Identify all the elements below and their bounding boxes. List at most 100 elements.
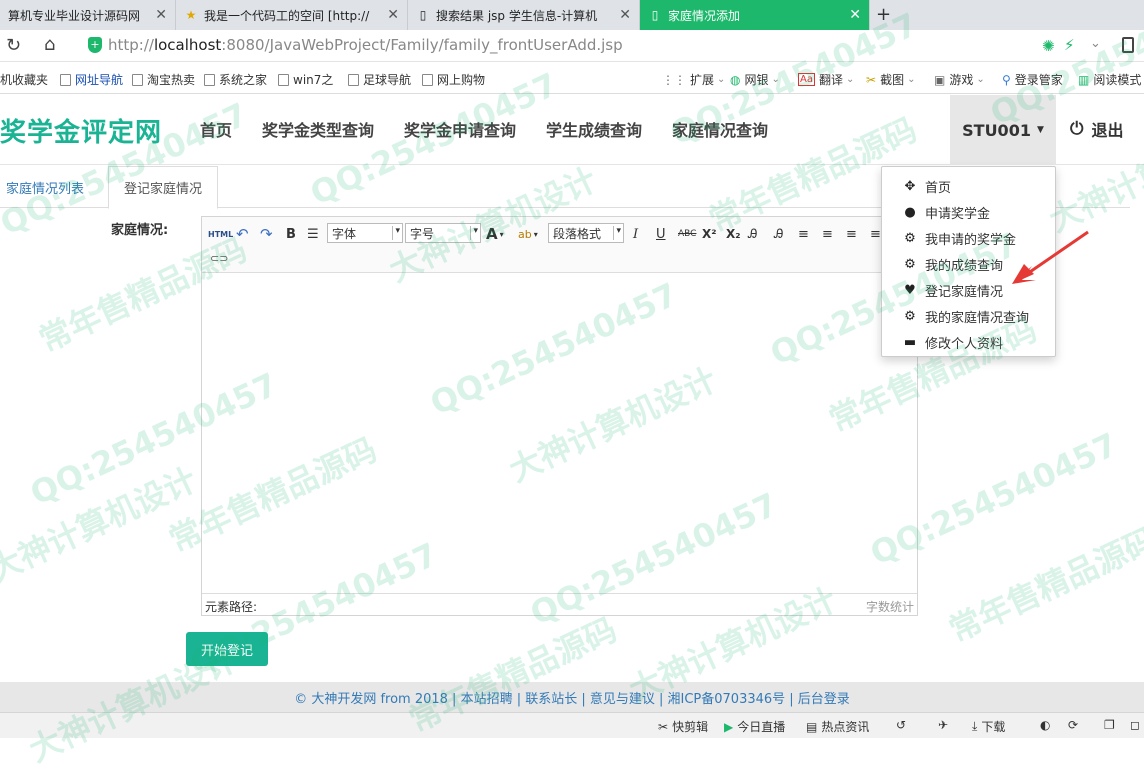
clear-format-icon[interactable]: Ꭿ	[748, 225, 757, 243]
editor-content-area[interactable]	[202, 274, 917, 594]
tool-login-manager[interactable]: ⚲ 登录管家	[1002, 71, 1063, 88]
strikethrough-button[interactable]: ABC	[678, 225, 696, 243]
url-host: localhost	[153, 36, 222, 54]
indent-icon[interactable]: ☰	[307, 225, 319, 243]
bookmark-item[interactable]: 淘宝热卖	[132, 71, 195, 88]
bookmark-item[interactable]: 系统之家	[204, 71, 267, 88]
browser-tab-1[interactable]: 算机专业毕业设计源码网 ✕	[0, 0, 176, 30]
font-family-value: 字体	[332, 226, 357, 241]
window-icon[interactable]: ❐	[1104, 718, 1115, 732]
browser-tab-2[interactable]: ★ 我是一个代码工的空间 [http:// ✕	[176, 0, 408, 30]
status-download[interactable]: ⤓ 下载	[972, 718, 1005, 735]
close-icon[interactable]: ✕	[387, 7, 399, 23]
bookmark-label: 足球导航	[363, 73, 412, 87]
tool-screenshot[interactable]: ✂ 截图 ⌄	[866, 71, 915, 88]
align-center-icon[interactable]: ≡	[822, 225, 833, 243]
heart-icon: ♥	[904, 282, 916, 298]
paragraph-format-select[interactable]: 段落格式 ▾	[548, 223, 624, 243]
bookmark-item[interactable]: 足球导航	[348, 71, 411, 88]
page-icon	[422, 73, 433, 86]
dropdown-item-label: 修改个人资料	[925, 336, 1004, 352]
page-icon	[348, 73, 359, 86]
tool-games[interactable]: ▣ 游戏 ⌄	[934, 71, 985, 88]
status-hot-news[interactable]: ▤ 热点资讯	[806, 718, 869, 735]
subscript-button[interactable]: X₂	[726, 225, 741, 243]
underline-button[interactable]: U	[656, 225, 666, 243]
globe-icon: ◍	[730, 72, 741, 87]
editor-toolbar: HTML ↶ ↷ B ☰ 字体 ▾ 字号 ▾ A ▾ ab ▾ 段落格式 ▾ I U AB…	[202, 217, 917, 273]
browser-status-bar: ✂ 快剪辑 ▶ 今日直播 ▤ 热点资讯 ↺ ✈ ⤓ 下载 ◐ ⟳ ❐ ◻	[0, 712, 1144, 738]
tool-reader-mode[interactable]: ▥ 阅读模式	[1078, 71, 1141, 88]
nav-scholarship-types[interactable]: 奖学金类型查询	[262, 117, 374, 141]
bookmark-item[interactable]: win7之	[278, 71, 333, 88]
dropdown-item-my-family[interactable]: ⚙ 我的家庭情况查询	[882, 303, 1055, 329]
translate-icon: Aa	[798, 73, 815, 86]
html-source-button[interactable]: HTML	[208, 225, 233, 243]
tab-register-family[interactable]: 登记家庭情况	[108, 166, 219, 209]
new-tab-button[interactable]: +	[876, 4, 891, 25]
pin-icon[interactable]: ✈	[938, 718, 948, 732]
status-live[interactable]: ▶ 今日直播	[724, 718, 785, 735]
browser-tab-4-active[interactable]: ▯ 家庭情况添加 ✕	[640, 0, 870, 30]
align-right-icon[interactable]: ≡	[846, 225, 857, 243]
bolt-icon[interactable]: ⚡	[1064, 36, 1075, 54]
chevron-down-icon: ⌄	[907, 74, 916, 85]
format-brush-icon[interactable]: Ꭿ	[774, 225, 783, 243]
home-icon[interactable]: ⌂	[44, 34, 55, 55]
site-brand[interactable]: 奖学金评定网	[0, 112, 162, 149]
page-icon	[204, 73, 215, 86]
dropdown-item-apply[interactable]: ● 申请奖学金	[882, 199, 1055, 225]
phone-icon[interactable]	[1122, 37, 1134, 53]
nav-family-query[interactable]: 家庭情况查询	[672, 117, 768, 141]
refresh-icon[interactable]: ↻	[6, 35, 21, 56]
close-icon[interactable]: ✕	[849, 7, 861, 23]
logout-label: 退出	[1091, 121, 1124, 140]
bold-button[interactable]: B	[286, 225, 296, 243]
dropdown-item-edit-profile[interactable]: ▬ 修改个人资料	[882, 329, 1055, 355]
key-icon: ⚲	[1002, 72, 1011, 87]
bookmark-favorites[interactable]: 机收藏夹	[0, 71, 48, 88]
align-justify-icon[interactable]: ≡	[870, 225, 881, 243]
redo-icon[interactable]: ↷	[260, 225, 273, 243]
dropdown-item-home[interactable]: ✥ 首页	[882, 173, 1055, 199]
font-family-select[interactable]: 字体 ▾	[327, 223, 403, 243]
link-icon[interactable]: ⊂⊃	[210, 249, 228, 267]
italic-button[interactable]: I	[633, 225, 638, 243]
nav-scholarship-applications[interactable]: 奖学金申请查询	[404, 117, 516, 141]
page-icon	[60, 73, 71, 86]
speed-icon[interactable]: ✺	[1042, 37, 1055, 55]
bookmark-item[interactable]: 网上购物	[422, 71, 485, 88]
dropdown-item-label: 我的成绩查询	[925, 258, 1004, 274]
superscript-button[interactable]: X²	[702, 225, 717, 243]
undo-icon[interactable]: ↶	[236, 225, 249, 243]
tab-family-list[interactable]: 家庭情况列表	[0, 166, 90, 208]
status-label: 下载	[981, 720, 1006, 734]
font-size-select[interactable]: 字号 ▾	[405, 223, 481, 243]
user-menu-toggle[interactable]: STU001 ▼	[950, 95, 1056, 165]
watermark: 大神计算机设计	[0, 460, 203, 590]
sync-icon[interactable]: ⟳	[1068, 718, 1078, 732]
nav-home[interactable]: 首页	[200, 117, 232, 141]
submit-register-button[interactable]: 开始登记	[186, 632, 268, 666]
star-icon: ★	[185, 8, 197, 22]
logout-link[interactable]: ⏻ 退出	[1070, 117, 1123, 141]
bookmark-item[interactable]: 网址导航	[60, 71, 123, 88]
sound-icon[interactable]: ◐	[1040, 718, 1050, 732]
status-quick-edit[interactable]: ✂ 快剪辑	[658, 718, 708, 735]
highlight-icon[interactable]: ab ▾	[518, 225, 538, 243]
tool-bank[interactable]: ◍ 网银 ⌄	[730, 71, 780, 88]
close-icon[interactable]: ✕	[155, 7, 167, 23]
url-input[interactable]: http://localhost:8080/JavaWebProject/Fam…	[108, 36, 623, 54]
chevron-down-icon[interactable]: ⌄	[1090, 36, 1101, 51]
align-left-icon[interactable]: ≡	[798, 225, 809, 243]
move-icon: ✥	[904, 178, 916, 194]
font-color-icon[interactable]: A ▾	[486, 225, 504, 243]
zoom-icon[interactable]: ◻	[1130, 718, 1140, 732]
tool-translate[interactable]: Aa 翻译 ⌄	[798, 71, 854, 88]
history-icon[interactable]: ↺	[896, 718, 906, 732]
browser-tab-3[interactable]: ▯ 搜索结果 jsp 学生信息-计算机 ✕	[408, 0, 640, 30]
tool-extensions[interactable]: ⋮⋮ 扩展 ⌄	[662, 71, 725, 88]
nav-student-scores[interactable]: 学生成绩查询	[546, 117, 642, 141]
close-icon[interactable]: ✕	[619, 7, 631, 23]
site-footer[interactable]: © 大神开发网 from 2018 | 本站招聘 | 联系站长 | 意见与建议 …	[0, 682, 1144, 712]
